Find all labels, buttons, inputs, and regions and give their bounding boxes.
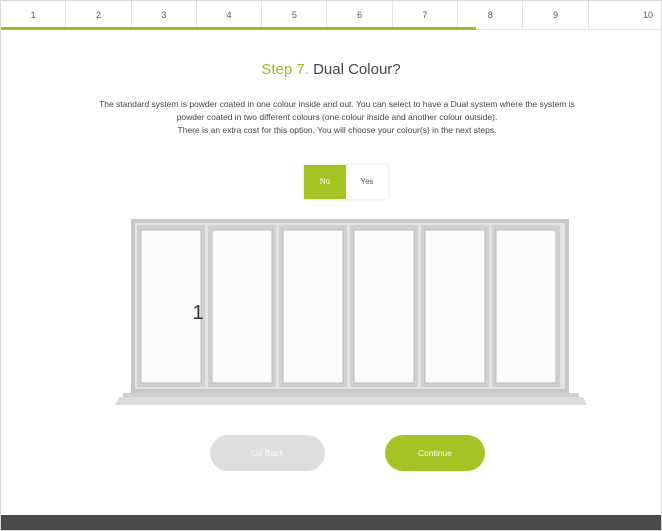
door-glass-5 bbox=[424, 229, 486, 384]
door-glass-6 bbox=[495, 229, 557, 384]
go-back-button[interactable]: Go Back bbox=[210, 435, 325, 471]
configurator-page: 1 2 3 4 5 6 7 8 9 10 Step 7. Dual Colour… bbox=[0, 0, 662, 531]
continue-button[interactable]: Continue bbox=[385, 435, 485, 471]
door-glass-4 bbox=[353, 229, 415, 384]
bifold-door-illustration: 1 bbox=[115, 219, 587, 405]
footer-bar bbox=[1, 515, 661, 530]
door-glass-3 bbox=[282, 229, 344, 384]
door-sill bbox=[123, 393, 579, 397]
door-cill bbox=[115, 397, 587, 405]
door-glass-2 bbox=[211, 229, 273, 384]
door-handle-label: 1 bbox=[192, 302, 203, 324]
